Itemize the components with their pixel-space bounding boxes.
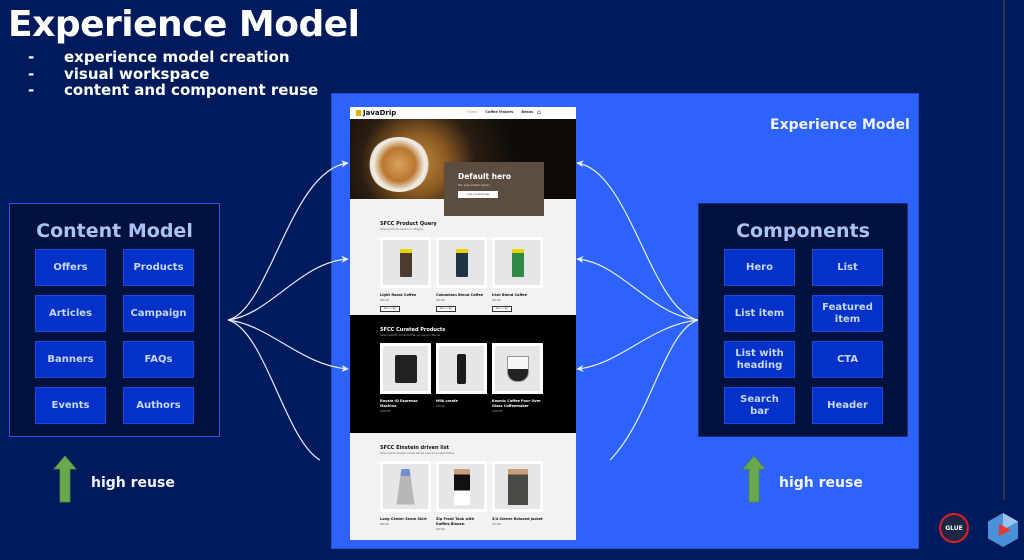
nav-home[interactable]: Home [467, 110, 477, 114]
arrow-left-2 [227, 255, 349, 321]
components-title: Components [736, 220, 870, 242]
content-tile-campaign[interactable]: Campaign [123, 295, 194, 332]
component-tile-list[interactable]: List [812, 249, 883, 286]
arrow-right-4 [609, 319, 699, 461]
hero-section: Default hero Non personalized version CL… [350, 119, 576, 216]
section-title: SFCC Curated Products [380, 327, 446, 333]
add-to-cart-button[interactable]: ADD TO CART [492, 306, 512, 312]
hero-title: Default hero [458, 172, 512, 181]
arrow-left-3 [227, 319, 349, 373]
coffee-bag-image [455, 248, 468, 277]
pour-over-image [506, 355, 529, 382]
website-preview: JavaDrip Home Coffee Makers Beans ⌂ Defa… [350, 107, 576, 540]
up-arrow-icon [742, 455, 766, 503]
product-card[interactable]: Irish Blend Coffee $15.00 ADD TO CART [492, 237, 543, 312]
arrow-left-1 [227, 160, 349, 321]
content-model-box: Content Model Offers Products Articles C… [9, 203, 220, 437]
component-tile-hero[interactable]: Hero [724, 249, 795, 286]
up-arrow-icon [53, 455, 77, 503]
jacket-image [507, 468, 528, 505]
section-subtitle: Select products based on category [380, 228, 424, 231]
arrow-right-2 [576, 255, 699, 321]
section-title: SFCC Product Query [380, 221, 437, 227]
add-to-cart-button[interactable]: ADD TO CART [436, 306, 456, 312]
add-to-cart-button[interactable]: ADD TO CART [380, 306, 400, 312]
content-high-reuse-label: high reuse [91, 475, 175, 491]
product-card[interactable]: Columbian Blend Coffee $15.00 ADD TO CAR… [436, 237, 487, 312]
product-card[interactable]: Long Center Seam Skirt $65.99 [380, 461, 431, 531]
content-tile-events[interactable]: Events [35, 387, 106, 424]
latte-image [368, 137, 430, 192]
glue-badge-logo: GLUE [939, 513, 969, 543]
product-query-section: SFCC Product Query Select products based… [350, 199, 576, 315]
coffee-bag-image [399, 248, 412, 277]
cart-icon[interactable]: ⌂ [537, 109, 541, 116]
product-card[interactable]: 3/4 Sleeve Relaxed Jacket $79.99 [492, 461, 543, 531]
section-subtitle: Select which Einstein model will be used… [380, 452, 454, 455]
nav-beans[interactable]: Beans [521, 110, 533, 114]
component-tile-search-bar[interactable]: Search bar [724, 387, 795, 424]
product-card[interactable]: Milk carafe $15.00 [436, 343, 487, 413]
hero-cta-button[interactable]: CLICK FOR MORE FREE [458, 191, 498, 198]
skirt-image [396, 468, 415, 505]
curated-products-section: SFCC Curated Products Select specific pr… [350, 315, 576, 433]
product-card[interactable]: Royale IQ Espresso Machine $399.99 [380, 343, 431, 413]
milk-carafe-image [457, 353, 466, 384]
logo-cup-icon [356, 110, 361, 116]
components-box: Components Hero List List item Featured … [698, 203, 908, 437]
site-header: JavaDrip Home Coffee Makers Beans ⌂ [350, 107, 576, 119]
component-tile-list-item[interactable]: List item [724, 295, 795, 332]
site-nav: Home Coffee Makers Beans [467, 110, 533, 114]
content-tile-offers[interactable]: Offers [35, 249, 106, 286]
content-tile-banners[interactable]: Banners [35, 341, 106, 378]
product-card[interactable]: Kosmic Coffee Pour Over Glass Coffeemake… [492, 343, 543, 413]
component-tile-cta[interactable]: CTA [812, 341, 883, 378]
espresso-machine-image [394, 354, 417, 383]
components-high-reuse-label: high reuse [779, 475, 863, 491]
content-tile-articles[interactable]: Articles [35, 295, 106, 332]
section-subtitle: Select specific products that you want i… [380, 334, 441, 337]
component-tile-featured-item[interactable]: Featured item [812, 295, 883, 332]
component-tile-list-with-heading[interactable]: List with heading [724, 341, 795, 378]
component-tile-header[interactable]: Header [812, 387, 883, 424]
product-card[interactable]: Light Roast Coffee $15.00 ADD TO CART [380, 237, 431, 312]
section-title: SFCC Einstein driven list [380, 445, 450, 451]
arrow-left-4 [227, 319, 321, 461]
tank-blouse-image [453, 468, 470, 505]
arrow-right-1 [576, 160, 699, 321]
arrow-right-3 [576, 319, 699, 372]
content-tile-faqs[interactable]: FAQs [123, 341, 194, 378]
hero-subtitle: Non personalized version [458, 184, 490, 187]
nav-coffee-makers[interactable]: Coffee Makers [485, 110, 513, 114]
content-tile-products[interactable]: Products [123, 249, 194, 286]
content-tile-authors[interactable]: Authors [123, 387, 194, 424]
site-logo[interactable]: JavaDrip [356, 109, 396, 117]
hexagon-play-logo-icon [988, 513, 1018, 547]
einstein-list-section: SFCC Einstein driven list Select which E… [350, 433, 576, 531]
coffee-bag-image [511, 248, 524, 277]
product-card[interactable]: Zip Front Tank with Ruffles Blouse. $39.… [436, 461, 487, 531]
content-model-title: Content Model [36, 220, 193, 242]
